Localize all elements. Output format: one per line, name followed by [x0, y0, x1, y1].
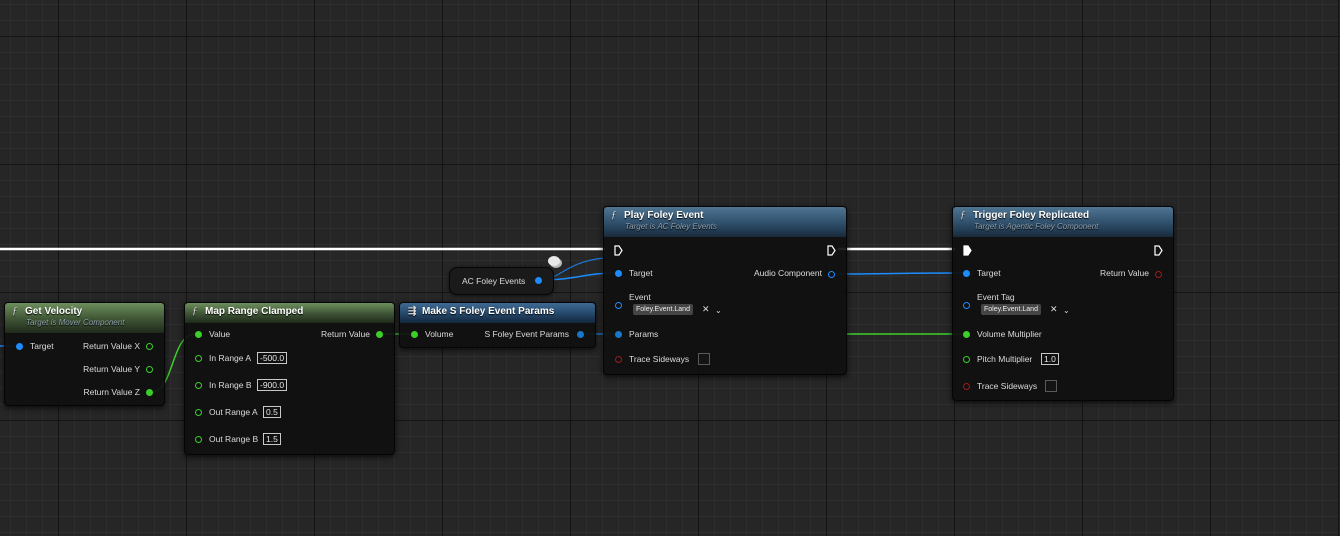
in-range-b-field[interactable]: -900.0: [257, 379, 288, 391]
value-label: Value: [209, 329, 231, 339]
map-range-title: Map Range Clamped: [205, 306, 304, 317]
make-struct-icon: ⇶: [408, 306, 417, 317]
in-range-b-pin[interactable]: [195, 382, 202, 389]
event-pin[interactable]: [615, 302, 622, 309]
target-label: Target: [30, 341, 54, 351]
out-range-b-field[interactable]: 1.5: [263, 433, 281, 445]
get-velocity-node[interactable]: ƒ Get Velocity Target is Mover Component…: [4, 302, 165, 406]
get-velocity-subtitle: Target is Mover Component: [26, 318, 125, 327]
play-target-label: Target: [629, 268, 653, 278]
function-icon: ƒ: [960, 209, 966, 221]
out-range-a-field[interactable]: 0.5: [263, 406, 281, 418]
trigger-trace-sideways-checkbox[interactable]: [1045, 380, 1057, 392]
map-range-clamped-node[interactable]: ƒ Map Range Clamped Value Return Value I…: [184, 302, 395, 455]
ac-foley-events-label: AC Foley Events: [462, 276, 526, 286]
ac-foley-events-getter[interactable]: AC Foley Events: [449, 267, 554, 295]
out-range-a-label: Out Range A: [209, 407, 258, 417]
in-range-a-field[interactable]: -500.0: [257, 352, 288, 364]
play-target-pin[interactable]: [615, 270, 622, 277]
audio-component-pin[interactable]: [828, 271, 835, 278]
return-value-y-pin[interactable]: [146, 366, 153, 373]
pitch-multiplier-label: Pitch Multiplier: [977, 354, 1033, 364]
trace-sideways-label: Trace Sideways: [629, 354, 690, 364]
chevron-down-icon[interactable]: ⌄: [715, 306, 722, 315]
event-tag-chip[interactable]: Foley.Event.Land: [633, 304, 693, 315]
return-value-z-label: Return Value Z: [83, 387, 140, 397]
trigger-foley-title: Trigger Foley Replicated: [973, 210, 1090, 221]
ac-foley-events-pin[interactable]: [535, 277, 542, 284]
play-foley-event-node[interactable]: ƒ Play Foley Event Target is AC Foley Ev…: [603, 206, 847, 375]
play-foley-title: Play Foley Event: [624, 210, 704, 221]
function-icon: ƒ: [12, 305, 18, 317]
make-params-header[interactable]: ⇶ Make S Foley Event Params: [400, 303, 595, 323]
event-tag-label: Event Tag: [977, 292, 1015, 302]
in-range-a-label: In Range A: [209, 353, 252, 363]
event-label: Event: [629, 292, 651, 302]
trigger-event-tag-chip[interactable]: Foley.Event.Land: [981, 304, 1041, 315]
trigger-trace-sideways-label: Trace Sideways: [977, 381, 1038, 391]
return-value-x-label: Return Value X: [82, 341, 140, 351]
trigger-trace-sideways-pin[interactable]: [963, 383, 970, 390]
exec-in-pin[interactable]: [614, 245, 623, 256]
return-value-label: Return Value: [321, 329, 370, 339]
return-value-z-pin[interactable]: [146, 389, 153, 396]
exec-out-pin[interactable]: [827, 245, 836, 256]
params-label: Params: [629, 329, 659, 339]
return-value-x-pin[interactable]: [146, 343, 153, 350]
foley-params-output-label: S Foley Event Params: [484, 329, 569, 339]
trigger-return-value-pin[interactable]: [1155, 271, 1162, 278]
make-foley-params-node[interactable]: ⇶ Make S Foley Event Params Volume S Fol…: [399, 302, 596, 348]
pitch-multiplier-field[interactable]: 1.0: [1041, 353, 1059, 365]
exec-in-pin[interactable]: [963, 245, 972, 256]
chevron-down-icon[interactable]: ⌄: [1063, 306, 1070, 315]
trace-sideways-pin[interactable]: [615, 356, 622, 363]
play-foley-header[interactable]: ƒ Play Foley Event Target is AC Foley Ev…: [604, 207, 846, 237]
return-value-pin[interactable]: [376, 331, 383, 338]
make-params-title: Make S Foley Event Params: [422, 306, 555, 317]
get-velocity-header[interactable]: ƒ Get Velocity Target is Mover Component: [5, 303, 164, 333]
trigger-foley-replicated-node[interactable]: ƒ Trigger Foley Replicated Target is Age…: [952, 206, 1174, 401]
event-tag-clear-icon[interactable]: ✕: [702, 304, 710, 315]
function-icon: ƒ: [192, 305, 198, 317]
out-range-a-pin[interactable]: [195, 409, 202, 416]
params-pin[interactable]: [615, 331, 622, 338]
return-value-y-label: Return Value Y: [83, 364, 140, 374]
trigger-target-pin[interactable]: [963, 270, 970, 277]
function-icon: ƒ: [611, 209, 617, 221]
trigger-event-tag-clear-icon[interactable]: ✕: [1050, 304, 1058, 315]
trigger-foley-header[interactable]: ƒ Trigger Foley Replicated Target is Age…: [953, 207, 1173, 237]
volume-pin[interactable]: [411, 331, 418, 338]
out-range-b-pin[interactable]: [195, 436, 202, 443]
in-range-b-label: In Range B: [209, 380, 252, 390]
trigger-target-label: Target: [977, 268, 1001, 278]
event-tag-pin[interactable]: [963, 302, 970, 309]
map-range-header[interactable]: ƒ Map Range Clamped: [185, 303, 394, 323]
audio-component-label: Audio Component: [753, 268, 822, 278]
out-range-b-label: Out Range B: [209, 434, 259, 444]
play-foley-subtitle: Target is AC Foley Events: [625, 222, 717, 231]
object-wire-audio-to-trigger-target: [830, 272, 966, 275]
target-pin[interactable]: [16, 343, 23, 350]
comment-bubble-icon[interactable]: [548, 256, 560, 266]
in-range-a-pin[interactable]: [195, 355, 202, 362]
trigger-foley-subtitle: Target is Agentic Foley Component: [974, 222, 1099, 231]
foley-params-output-pin[interactable]: [577, 331, 584, 338]
pitch-multiplier-pin[interactable]: [963, 356, 970, 363]
trace-sideways-checkbox[interactable]: [698, 353, 710, 365]
get-velocity-title: Get Velocity: [25, 306, 83, 317]
value-pin[interactable]: [195, 331, 202, 338]
exec-out-pin[interactable]: [1154, 245, 1163, 256]
volume-label: Volume: [425, 329, 454, 339]
volume-multiplier-pin[interactable]: [963, 331, 970, 338]
volume-multiplier-label: Volume Multiplier: [977, 329, 1042, 339]
trigger-return-value-label: Return Value: [1100, 268, 1149, 278]
